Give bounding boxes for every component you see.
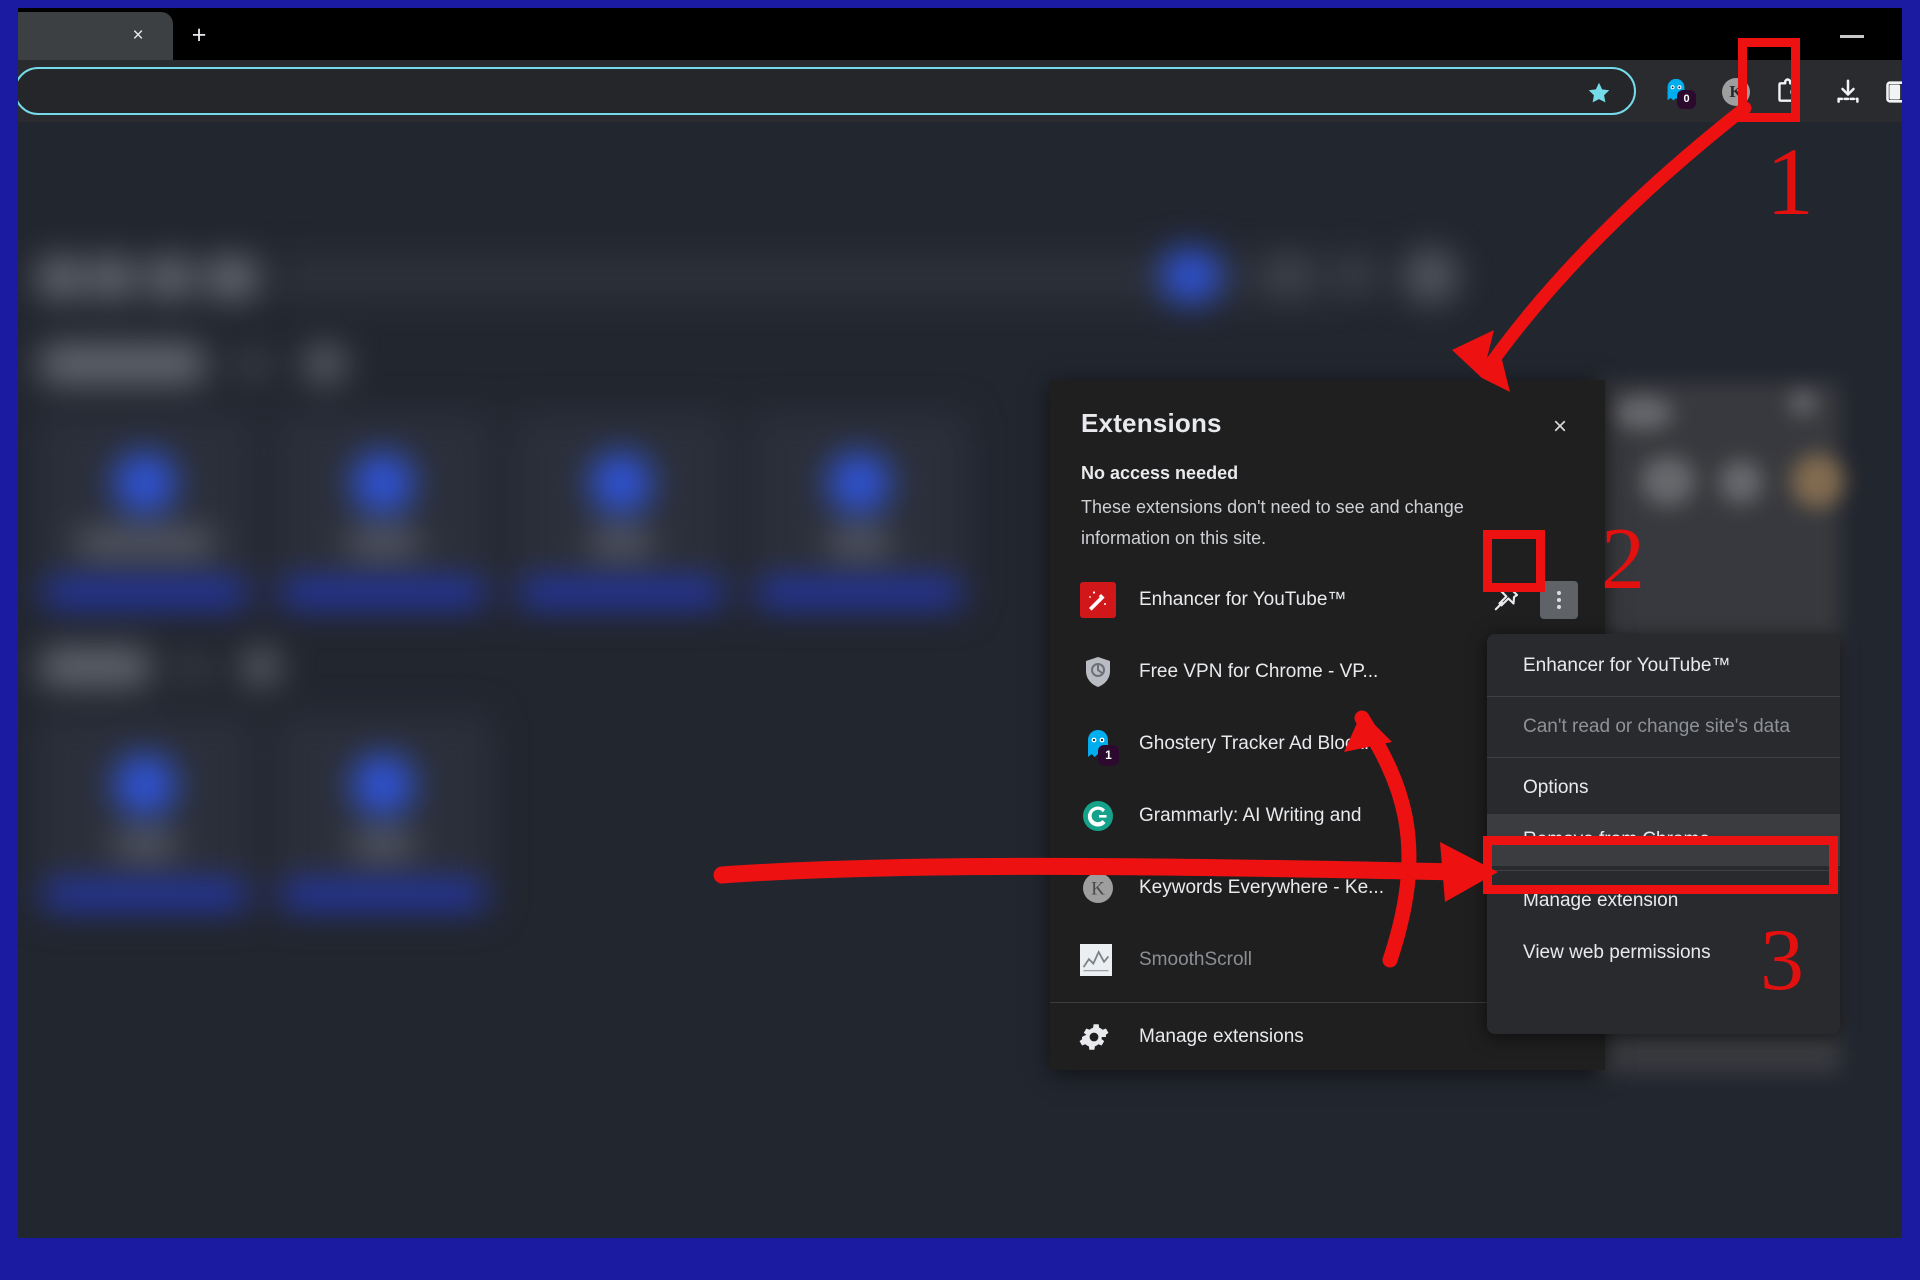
- context-menu-item-manage-extension[interactable]: Manage extension: [1487, 875, 1840, 927]
- section-body: These extensions don't need to see and c…: [1081, 492, 1511, 554]
- divider: [1487, 870, 1840, 871]
- tab-strip: × +: [18, 8, 1902, 60]
- side-panel-toolbar-button[interactable]: [1880, 74, 1902, 110]
- context-menu-header: Enhancer for YouTube™: [1487, 640, 1840, 692]
- tab-close-icon[interactable]: ×: [126, 24, 150, 48]
- keywords-everywhere-icon: K: [1722, 78, 1750, 106]
- address-bar[interactable]: [18, 67, 1636, 115]
- extension-context-menu: Enhancer for YouTube™ Can't read or chan…: [1487, 634, 1840, 1034]
- new-tab-button[interactable]: +: [184, 22, 214, 50]
- smoothscroll-icon: [1080, 942, 1116, 978]
- grammarly-icon: [1080, 798, 1116, 834]
- ghostery-ghost-icon: 1: [1080, 726, 1116, 762]
- enhancer-for-youtube-icon: [1080, 582, 1116, 618]
- side-panel-icon: [1884, 78, 1902, 106]
- extension-name: Enhancer for YouTube™: [1139, 564, 1346, 636]
- minimize-icon: [1840, 35, 1864, 38]
- extension-list-item[interactable]: Enhancer for YouTube™: [1050, 564, 1605, 636]
- keywords-everywhere-toolbar-button[interactable]: K: [1718, 74, 1754, 110]
- extension-name: Keywords Everywhere - Ke...: [1139, 852, 1384, 924]
- extension-name: Ghostery Tracker Ad Block...: [1139, 708, 1380, 780]
- downloads-toolbar-button[interactable]: [1830, 74, 1866, 110]
- ghostery-badge: 0: [1677, 90, 1696, 109]
- free-vpn-shield-icon: [1080, 654, 1116, 690]
- section-heading: No access needed: [1081, 463, 1238, 484]
- annotated-screenshot: × + 0 K: [0, 0, 1920, 1280]
- browser-toolbar: 0 K: [18, 60, 1902, 122]
- divider: [1487, 757, 1840, 758]
- ghostery-toolbar-button[interactable]: 0: [1658, 74, 1694, 110]
- context-menu-item-view-web-permissions[interactable]: View web permissions: [1487, 927, 1840, 979]
- extensions-toolbar-button[interactable]: [1770, 74, 1806, 110]
- pin-icon[interactable]: [1488, 583, 1522, 617]
- extension-name: SmoothScroll: [1139, 924, 1252, 996]
- download-icon: [1833, 77, 1863, 107]
- manage-extensions-label: Manage extensions: [1139, 1003, 1304, 1070]
- extension-name: Grammarly: AI Writing and: [1139, 780, 1361, 852]
- extension-name: Free VPN for Chrome - VP...: [1139, 636, 1378, 708]
- window-minimize-button[interactable]: [1832, 22, 1872, 48]
- panel-title: Extensions: [1081, 408, 1222, 439]
- divider: [1487, 696, 1840, 697]
- keywords-everywhere-icon: K: [1080, 870, 1116, 906]
- context-menu-item-site-access: Can't read or change site's data: [1487, 701, 1840, 753]
- svg-text:K: K: [1091, 879, 1105, 900]
- bookmark-star-icon[interactable]: [1586, 80, 1612, 106]
- puzzle-piece-icon: [1772, 76, 1804, 108]
- close-icon[interactable]: ×: [1543, 410, 1577, 444]
- context-menu-item-options[interactable]: Options: [1487, 762, 1840, 814]
- context-menu-item-remove-from-chrome[interactable]: Remove from Chrome: [1487, 814, 1840, 866]
- extension-badge: 1: [1098, 745, 1119, 766]
- gear-icon: [1078, 1019, 1114, 1055]
- extension-kebab-menu[interactable]: [1540, 581, 1578, 619]
